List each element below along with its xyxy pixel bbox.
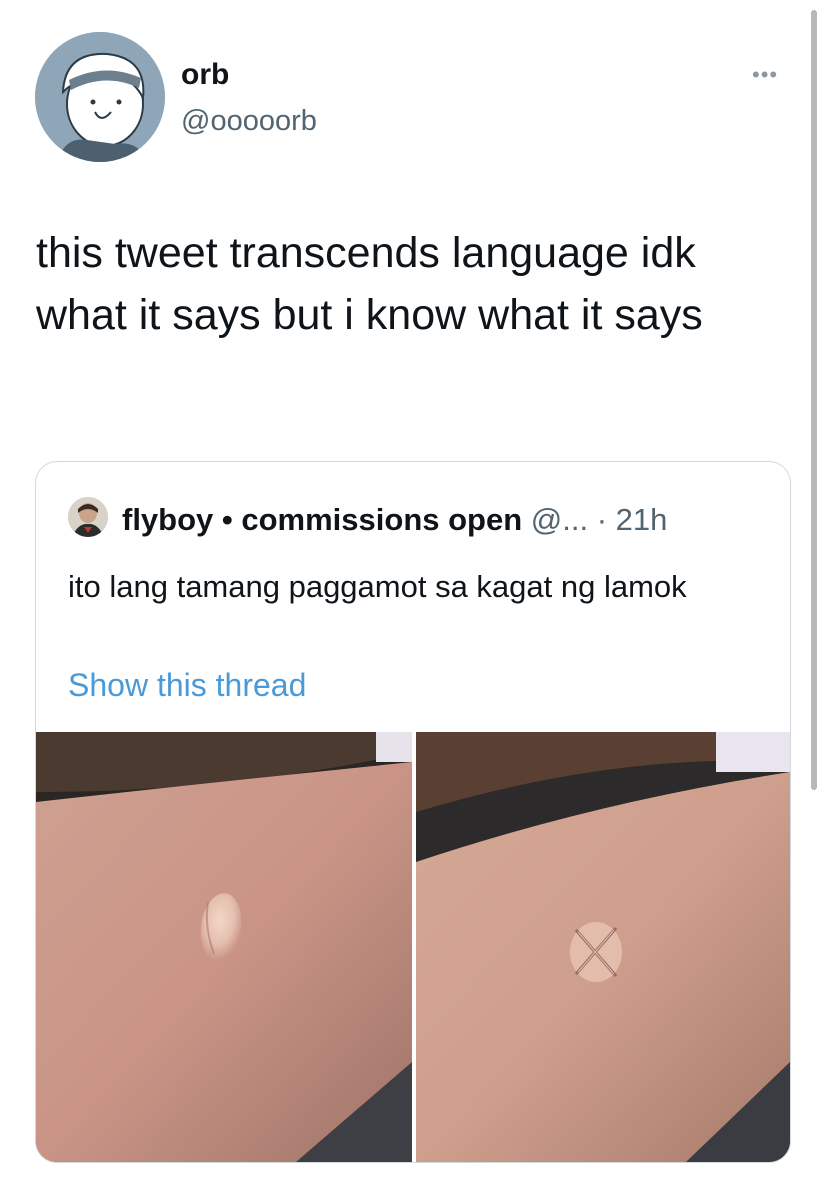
quoted-tweet-text: ito lang tamang paggamot sa kagat ng lam… (68, 569, 687, 604)
quoted-tweet-card[interactable]: flyboy • commissions open @... · 21h ito… (35, 461, 791, 1163)
more-options-icon[interactable]: ••• (752, 62, 778, 88)
tweet-text: this tweet transcends language idk what … (36, 229, 703, 339)
quoted-tweet-meta: @... · 21h (530, 502, 668, 537)
author-avatar[interactable] (35, 32, 165, 162)
author-name[interactable]: orb (181, 58, 229, 92)
mosquito-bite-x-photo[interactable] (416, 732, 790, 1162)
quoted-tweet-header: flyboy • commissions open @... · 21h (122, 502, 667, 538)
mosquito-bite-photo[interactable] (36, 732, 412, 1162)
scrollbar[interactable] (811, 10, 817, 790)
quoted-author-avatar[interactable] (68, 497, 108, 537)
show-thread-link[interactable]: Show this thread (68, 667, 306, 704)
quoted-author-name[interactable]: flyboy • commissions open (122, 502, 522, 537)
author-handle[interactable]: @ooooorb (181, 105, 317, 138)
quoted-tweet-photos (36, 732, 790, 1162)
